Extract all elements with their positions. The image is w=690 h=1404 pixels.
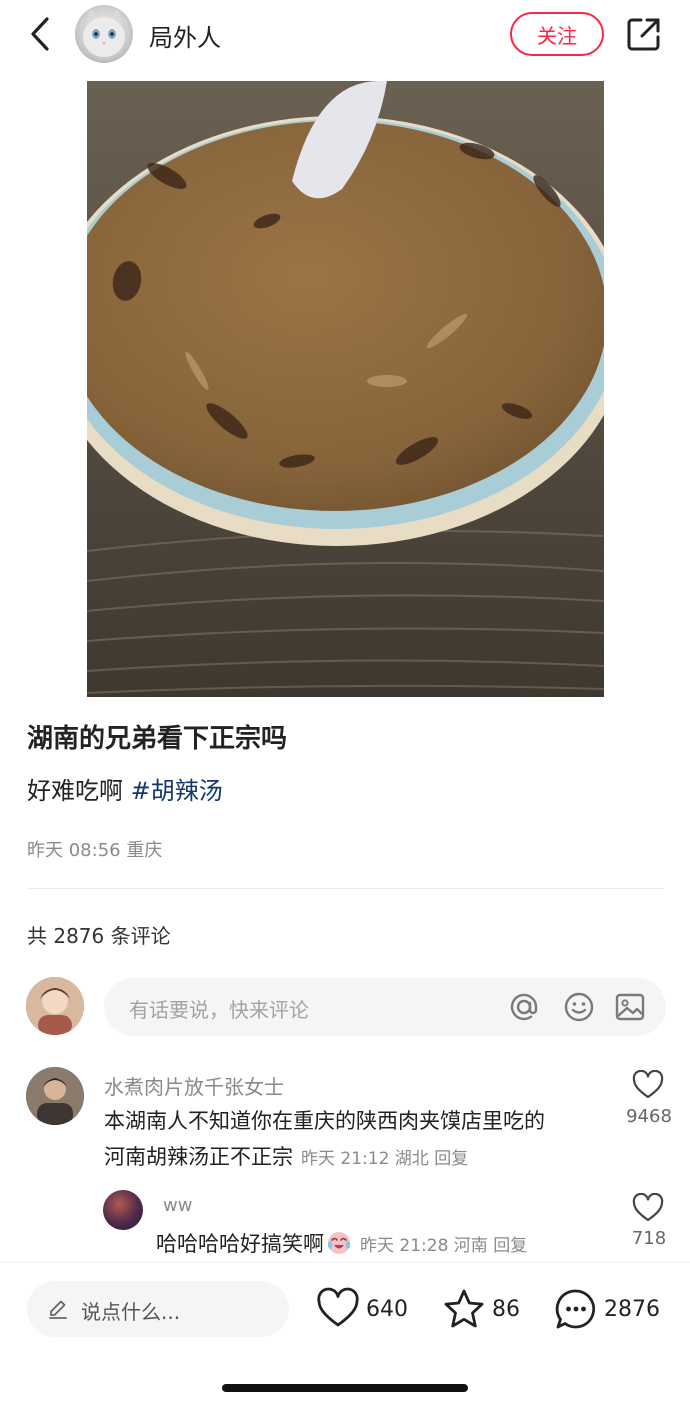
post-photo[interactable] [87, 81, 604, 697]
image-icon[interactable] [614, 991, 646, 1023]
follow-button[interactable]: 关注 [510, 12, 604, 56]
reply-text-content: 哈哈哈哈好搞笑啊 [156, 1232, 324, 1256]
back-button[interactable] [22, 14, 58, 54]
author-name[interactable]: 局外人 [149, 18, 221, 53]
comment-text-continued: 河南胡辣汤正不正宗 [104, 1145, 293, 1169]
comment-text-line: 河南胡辣汤正不正宗 昨天 21:12 湖北 回复 [104, 1141, 468, 1171]
commenter-avatar-image [26, 1067, 84, 1125]
cat-avatar-image [83, 9, 125, 57]
my-avatar [26, 977, 84, 1035]
replier-avatar[interactable] [103, 1190, 143, 1230]
pencil-icon [49, 1300, 67, 1319]
user-avatar-image [26, 977, 84, 1035]
like-total: 640 [366, 1296, 408, 1322]
hashtag-link[interactable]: #胡辣汤 [131, 777, 223, 805]
emoji-icon[interactable] [563, 991, 595, 1023]
say-placeholder: 说点什么... [81, 1300, 181, 1324]
star-icon [444, 1289, 484, 1328]
crying-laugh-emoji-icon [328, 1232, 350, 1254]
star-total: 86 [492, 1296, 520, 1322]
comment-input[interactable]: 有话要说，快来评论 [104, 978, 666, 1036]
author-avatar[interactable] [75, 5, 133, 63]
heart-icon [317, 1287, 359, 1327]
top-bar: 局外人 关注 [0, 0, 690, 72]
post-meta: 昨天 08:56 重庆 [27, 840, 163, 861]
replier-name[interactable]: ww [163, 1195, 192, 1216]
collect-button[interactable]: 86 [442, 1287, 520, 1331]
share-button[interactable] [624, 14, 664, 54]
at-icon[interactable] [508, 991, 540, 1023]
comment-bubble-icon [555, 1289, 596, 1329]
comment-total: 2876 [604, 1296, 660, 1322]
bottom-action-bar: 说点什么... 640 86 2876 [0, 1262, 690, 1404]
share-icon [627, 18, 660, 51]
divider [27, 888, 664, 889]
post-title: 湖南的兄弟看下正宗吗 [27, 724, 288, 754]
comments-count: 共 2876 条评论 [27, 924, 171, 948]
post-body: 好难吃啊 #胡辣汤 [27, 771, 223, 806]
commenter-name[interactable]: 水煮肉片放千张女士 [104, 1071, 284, 1100]
like-button[interactable]: 640 [316, 1287, 408, 1331]
like-count: 718 [631, 1228, 667, 1249]
post-body-text: 好难吃啊 [27, 777, 123, 805]
comment-meta[interactable]: 昨天 21:12 湖北 回复 [301, 1149, 468, 1169]
say-something-input[interactable]: 说点什么... [27, 1281, 289, 1337]
heart-icon[interactable] [632, 1193, 664, 1223]
commenter-avatar[interactable] [26, 1067, 84, 1125]
heart-icon[interactable] [632, 1070, 664, 1100]
soup-bowl-image [87, 81, 604, 697]
reply-text: 哈哈哈哈好搞笑啊 昨天 21:28 河南 回复 [156, 1228, 527, 1258]
home-indicator[interactable] [222, 1384, 468, 1392]
chevron-left-icon [31, 17, 49, 51]
comment-button[interactable]: 2876 [554, 1287, 660, 1331]
like-count: 9468 [626, 1106, 672, 1127]
reply-meta[interactable]: 昨天 21:28 河南 回复 [360, 1236, 527, 1256]
comment-text-line: 本湖南人不知道你在重庆的陕西肉夹馍店里吃的 [104, 1109, 545, 1133]
comment-placeholder: 有话要说，快来评论 [129, 998, 309, 1022]
